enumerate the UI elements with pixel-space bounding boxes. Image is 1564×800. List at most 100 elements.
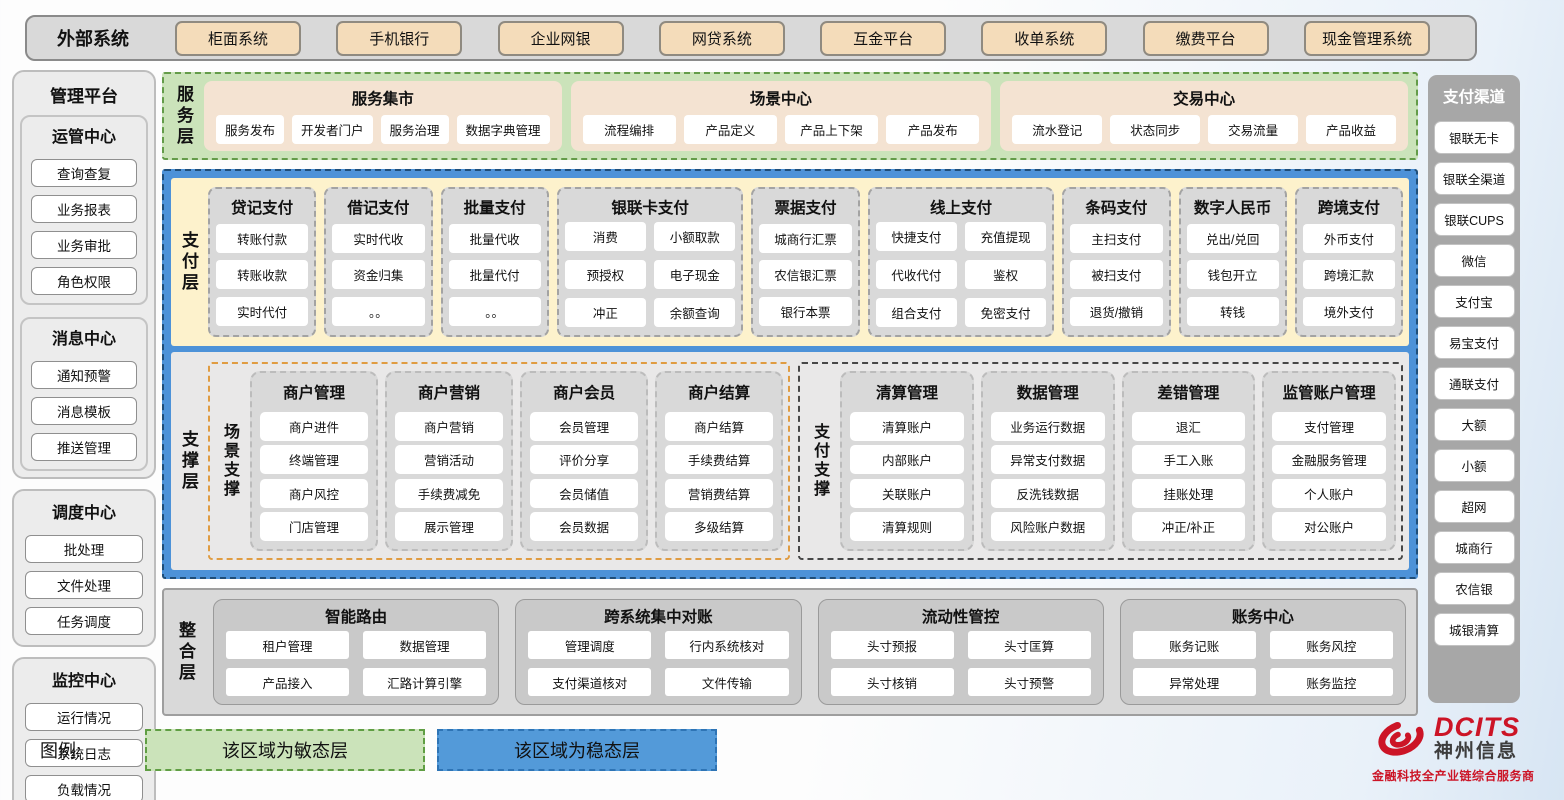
payment-button[interactable]: 。。 [449, 297, 541, 326]
menu-button[interactable]: 角色权限 [31, 267, 137, 295]
integration-button[interactable]: 账务监控 [1270, 668, 1393, 696]
integration-button[interactable]: 数据管理 [363, 631, 486, 659]
service-button[interactable]: 流水登记 [1012, 115, 1102, 144]
support-button[interactable]: 商户进件 [260, 412, 368, 441]
integration-button[interactable]: 头寸预警 [968, 668, 1091, 696]
menu-button[interactable]: 任务调度 [25, 607, 143, 635]
external-system-button[interactable]: 收单系统 [981, 21, 1107, 56]
service-button[interactable]: 数据字典管理 [457, 115, 550, 144]
payment-button[interactable]: 批量代收 [449, 224, 541, 253]
payment-button[interactable]: 余额查询 [654, 298, 735, 327]
channel-button[interactable]: 农信银 [1434, 572, 1515, 605]
channel-button[interactable]: 超网 [1434, 490, 1515, 523]
support-button[interactable]: 关联账户 [850, 479, 964, 508]
payment-button[interactable]: 充值提现 [965, 222, 1046, 251]
support-button[interactable]: 金融服务管理 [1272, 445, 1386, 474]
integration-button[interactable]: 头寸匡算 [968, 631, 1091, 659]
channel-button[interactable]: 小额 [1434, 449, 1515, 482]
support-button[interactable]: 冲正/补正 [1132, 512, 1246, 541]
support-button[interactable]: 会员管理 [530, 412, 638, 441]
menu-button[interactable]: 批处理 [25, 535, 143, 563]
support-button[interactable]: 终端管理 [260, 445, 368, 474]
support-button[interactable]: 商户风控 [260, 479, 368, 508]
integration-button[interactable]: 汇路计算引擎 [363, 668, 486, 696]
integration-button[interactable]: 头寸预报 [831, 631, 954, 659]
external-system-button[interactable]: 缴费平台 [1143, 21, 1269, 56]
service-button[interactable]: 服务治理 [381, 115, 449, 144]
support-button[interactable]: 对公账户 [1272, 512, 1386, 541]
service-button[interactable]: 状态同步 [1110, 115, 1200, 144]
payment-button[interactable]: 代收代付 [876, 260, 957, 289]
integration-button[interactable]: 租户管理 [226, 631, 349, 659]
support-button[interactable]: 退汇 [1132, 412, 1246, 441]
payment-button[interactable]: 免密支付 [965, 298, 1046, 327]
menu-button[interactable]: 消息模板 [31, 397, 137, 425]
payment-button[interactable]: 被扫支付 [1070, 260, 1162, 289]
payment-button[interactable]: 转账付款 [216, 224, 308, 253]
payment-button[interactable]: 消费 [565, 222, 646, 251]
payment-button[interactable]: 跨境汇款 [1303, 260, 1395, 289]
menu-button[interactable]: 通知预警 [31, 361, 137, 389]
support-button[interactable]: 手工入账 [1132, 445, 1246, 474]
service-button[interactable]: 产品收益 [1306, 115, 1396, 144]
service-button[interactable]: 开发者门户 [292, 115, 373, 144]
integration-button[interactable]: 账务风控 [1270, 631, 1393, 659]
payment-button[interactable]: 主扫支付 [1070, 224, 1162, 253]
channel-button[interactable]: 城商行 [1434, 531, 1515, 564]
channel-button[interactable]: 易宝支付 [1434, 326, 1515, 359]
payment-button[interactable]: 快捷支付 [876, 222, 957, 251]
external-system-button[interactable]: 互金平台 [820, 21, 946, 56]
payment-button[interactable]: 冲正 [565, 298, 646, 327]
integration-button[interactable]: 文件传输 [665, 668, 788, 696]
payment-button[interactable]: 电子现金 [654, 260, 735, 289]
support-button[interactable]: 清算账户 [850, 412, 964, 441]
payment-button[interactable]: 实时代收 [332, 224, 424, 253]
payment-button[interactable]: 转钱 [1187, 297, 1279, 326]
payment-button[interactable]: 银行本票 [759, 297, 851, 326]
menu-button[interactable]: 查询查复 [31, 159, 137, 187]
external-system-button[interactable]: 手机银行 [336, 21, 462, 56]
integration-button[interactable]: 产品接入 [226, 668, 349, 696]
payment-button[interactable]: 组合支付 [876, 298, 957, 327]
menu-button[interactable]: 负载情况 [25, 775, 143, 800]
channel-button[interactable]: 银联CUPS [1434, 203, 1515, 236]
support-button[interactable]: 商户营销 [395, 412, 503, 441]
support-button[interactable]: 反洗钱数据 [991, 479, 1105, 508]
channel-button[interactable]: 大额 [1434, 408, 1515, 441]
external-system-button[interactable]: 网贷系统 [659, 21, 785, 56]
integration-button[interactable]: 异常处理 [1133, 668, 1256, 696]
payment-button[interactable]: 批量代付 [449, 260, 541, 289]
integration-button[interactable]: 管理调度 [528, 631, 651, 659]
support-button[interactable]: 营销活动 [395, 445, 503, 474]
support-button[interactable]: 多级结算 [665, 512, 773, 541]
service-button[interactable]: 产品定义 [684, 115, 777, 144]
channel-button[interactable]: 城银清算 [1434, 613, 1515, 646]
support-button[interactable]: 异常支付数据 [991, 445, 1105, 474]
payment-button[interactable]: 外币支付 [1303, 224, 1395, 253]
service-button[interactable]: 流程编排 [583, 115, 676, 144]
support-button[interactable]: 营销费结算 [665, 479, 773, 508]
menu-button[interactable]: 业务报表 [31, 195, 137, 223]
support-button[interactable]: 会员储值 [530, 479, 638, 508]
channel-button[interactable]: 银联无卡 [1434, 121, 1515, 154]
payment-button[interactable]: 兑出/兑回 [1187, 224, 1279, 253]
channel-button[interactable]: 支付宝 [1434, 285, 1515, 318]
integration-button[interactable]: 行内系统核对 [665, 631, 788, 659]
payment-button[interactable]: 资金归集 [332, 260, 424, 289]
support-button[interactable]: 评价分享 [530, 445, 638, 474]
menu-button[interactable]: 业务审批 [31, 231, 137, 259]
support-button[interactable]: 会员数据 [530, 512, 638, 541]
support-button[interactable]: 门店管理 [260, 512, 368, 541]
support-button[interactable]: 手续费减免 [395, 479, 503, 508]
menu-button[interactable]: 文件处理 [25, 571, 143, 599]
payment-button[interactable]: 农信银汇票 [759, 260, 851, 289]
external-system-button[interactable]: 企业网银 [498, 21, 624, 56]
payment-button[interactable]: 实时代付 [216, 297, 308, 326]
integration-button[interactable]: 支付渠道核对 [528, 668, 651, 696]
payment-button[interactable]: 城商行汇票 [759, 224, 851, 253]
payment-button[interactable]: 预授权 [565, 260, 646, 289]
external-system-button[interactable]: 柜面系统 [175, 21, 301, 56]
payment-button[interactable]: 小额取款 [654, 222, 735, 251]
support-button[interactable]: 手续费结算 [665, 445, 773, 474]
payment-button[interactable]: 退货/撤销 [1070, 297, 1162, 326]
